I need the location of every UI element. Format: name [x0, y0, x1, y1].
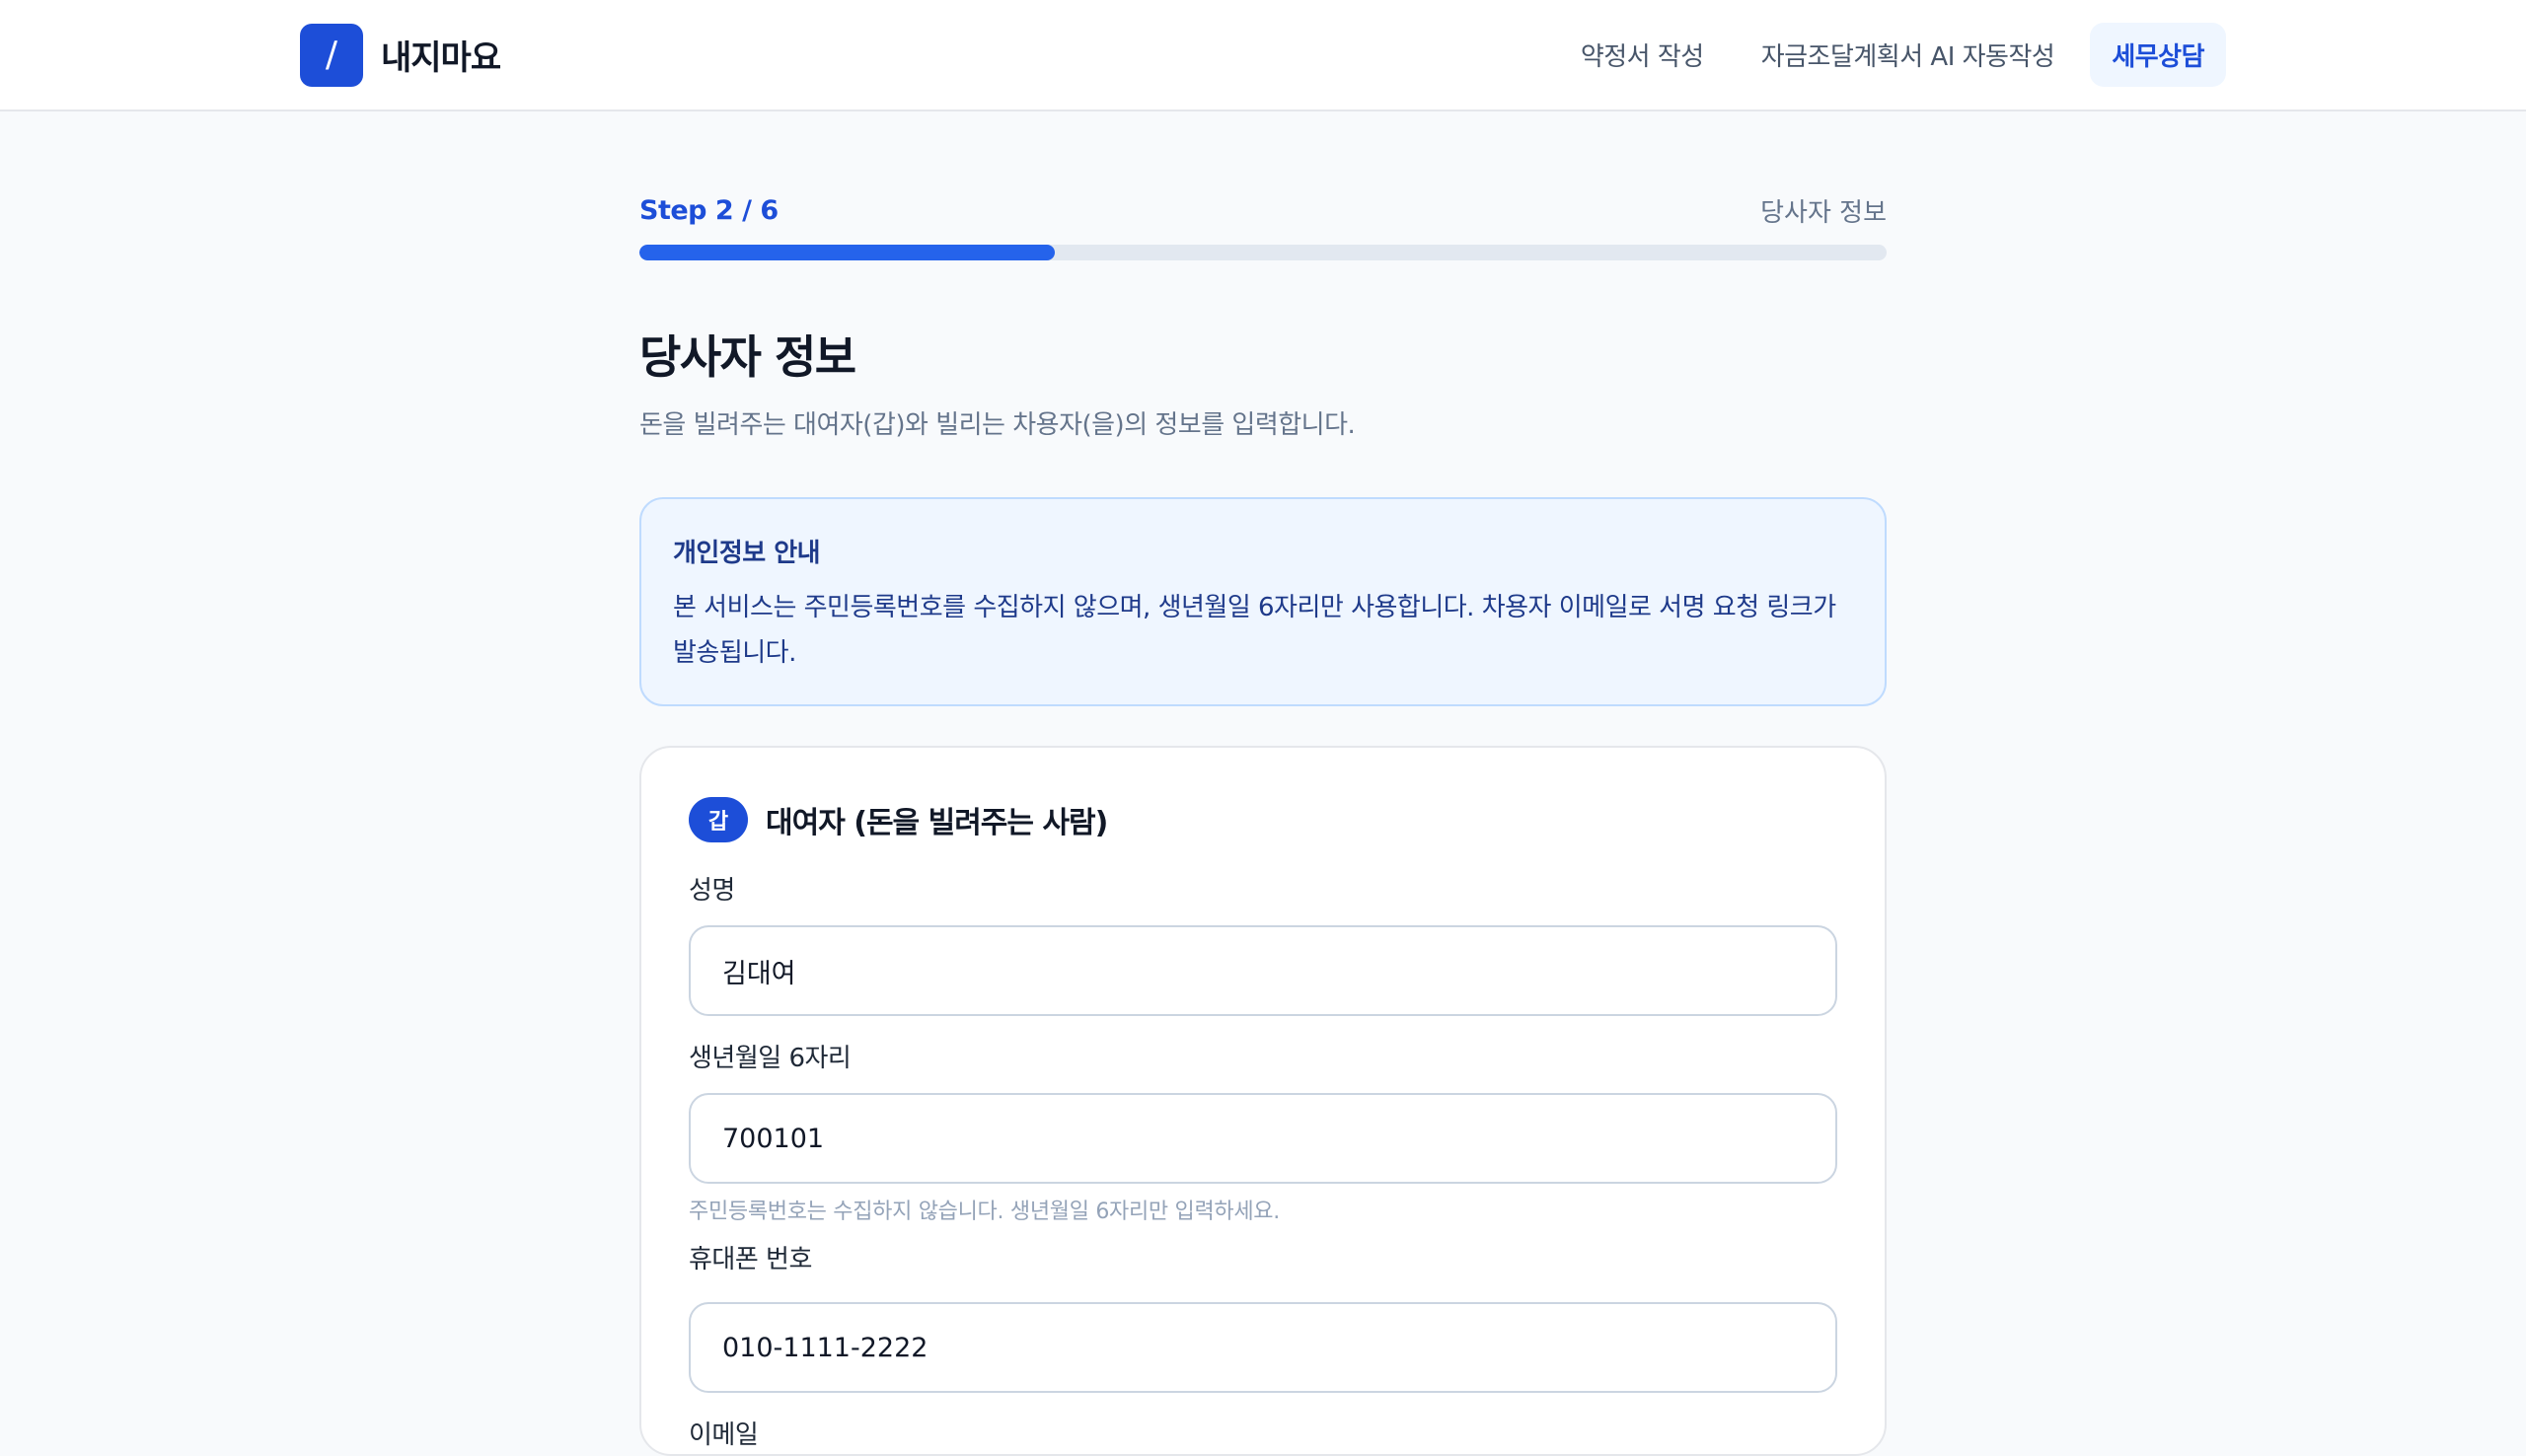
brand-name: 내지마요 [381, 38, 501, 78]
brand-logo[interactable]: / 내지마요 [300, 23, 501, 87]
main-nav: 약정서 작성 자금조달계획서 AI 자동작성 세무상담 [1559, 23, 2226, 87]
step-counter: Step 2 / 6 [639, 194, 779, 226]
lender-card-header: 갑 대여자 (돈을 빌려주는 사람) [689, 795, 1837, 844]
name-label: 성명 [689, 876, 735, 906]
progress-bar [639, 245, 1887, 260]
privacy-notice: 개인정보 안내 본 서비스는 주민등록번호를 수집하지 않으며, 생년월일 6자… [639, 497, 1887, 706]
step-name: 당사자 정보 [1760, 197, 1887, 228]
top-navigation-bar: / 내지마요 약정서 작성 자금조달계획서 AI 자동작성 세무상담 [0, 0, 2526, 111]
phone-label: 휴대폰 번호 [689, 1245, 812, 1274]
party-badge: 갑 [689, 797, 748, 842]
lender-birth-input[interactable] [689, 1093, 1837, 1184]
progress-bar-fill [639, 245, 1055, 260]
lender-name-input[interactable] [689, 925, 1837, 1016]
email-label: 이메일 [689, 1420, 759, 1450]
lender-phone-input[interactable] [689, 1302, 1837, 1393]
nav-tax-consultation[interactable]: 세무상담 [2090, 23, 2226, 87]
page-title: 당사자 정보 [639, 330, 856, 384]
lender-card: 갑 대여자 (돈을 빌려주는 사람) 성명 생년월일 6자리 주민등록번호는 수… [639, 746, 1887, 1456]
step-indicator: Step 2 / 6 당사자 정보 [639, 193, 1887, 228]
birth-hint: 주민등록번호는 수집하지 않습니다. 생년월일 6자리만 입력하세요. [689, 1200, 1280, 1224]
page-description: 돈을 빌려주는 대여자(갑)와 빌리는 차용자(을)의 정보를 입력합니다. [639, 410, 1356, 440]
logo-icon: / [300, 23, 363, 87]
nav-funding-plan-ai[interactable]: 자금조달계획서 AI 자동작성 [1740, 23, 2077, 87]
notice-title: 개인정보 안내 [673, 539, 821, 568]
birth-label: 생년월일 6자리 [689, 1044, 852, 1073]
lender-card-title: 대여자 (돈을 빌려주는 사람) [766, 806, 1108, 840]
notice-body: 본 서비스는 주민등록번호를 수집하지 않으며, 생년월일 6자리만 사용합니다… [673, 593, 1836, 668]
nav-contract-writing[interactable]: 약정서 작성 [1559, 23, 1726, 87]
